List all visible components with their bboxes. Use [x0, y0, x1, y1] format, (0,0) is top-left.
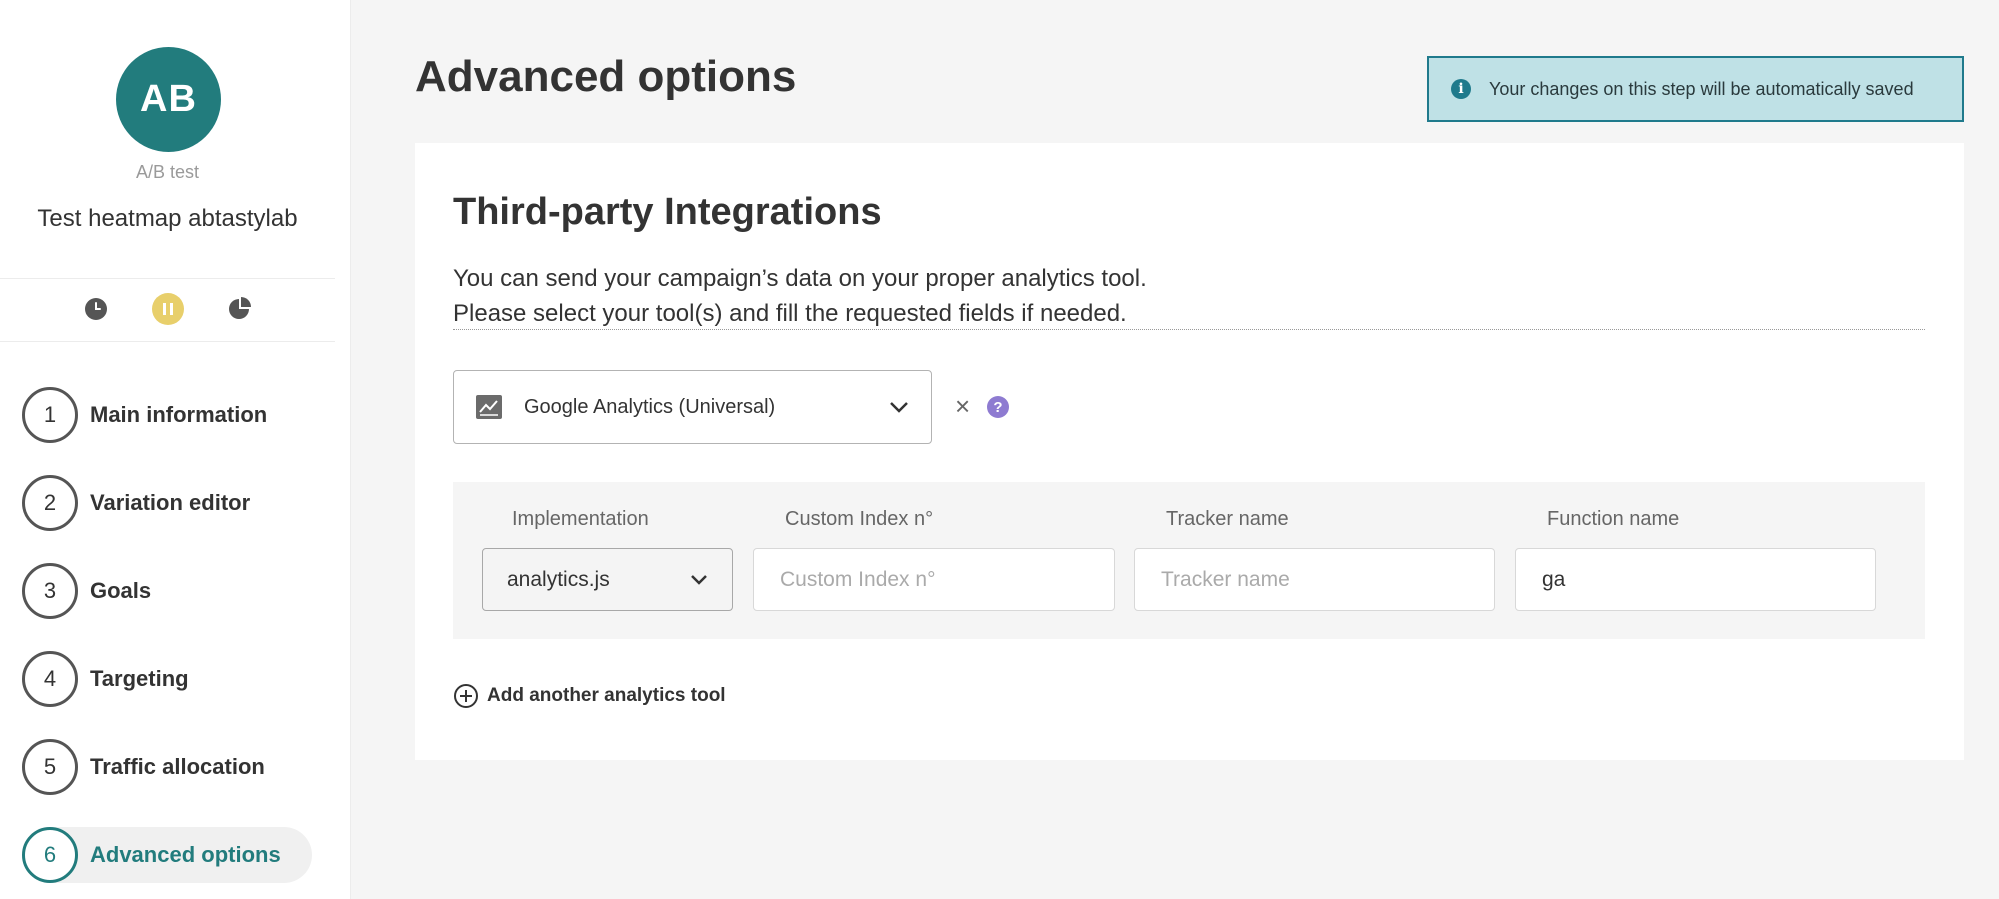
implementation-label: Implementation — [512, 508, 649, 530]
step-number: 4 — [22, 651, 78, 707]
step-label: Targeting — [90, 666, 189, 691]
selected-tool-label: Google Analytics (Universal) — [524, 395, 776, 418]
pause-icon[interactable] — [151, 293, 184, 325]
help-icon[interactable]: ? — [987, 396, 1009, 418]
step-targeting[interactable]: 4 Targeting — [22, 651, 312, 707]
implementation-select[interactable]: analytics.js — [482, 548, 733, 611]
autosave-notice: i Your changes on this step will be auto… — [1427, 56, 1964, 122]
step-traffic-allocation[interactable]: 5 Traffic allocation — [22, 739, 312, 795]
step-advanced-options[interactable]: 6 Advanced options — [22, 827, 312, 883]
step-main-information[interactable]: 1 Main information — [22, 387, 312, 443]
function-name-value: ga — [1542, 567, 1566, 591]
tracker-name-input[interactable]: Tracker name — [1134, 548, 1495, 611]
page-title: Advanced options — [415, 52, 797, 101]
pie-chart-icon[interactable] — [224, 293, 256, 325]
chevron-down-icon — [890, 402, 908, 413]
step-number: 5 — [22, 739, 78, 795]
integrations-card: Third-party Integrations You can send yo… — [415, 143, 1964, 760]
status-toolbar — [0, 293, 335, 325]
custom-index-label: Custom Index n° — [785, 508, 934, 530]
description-line: Please select your tool(s) and fill the … — [453, 300, 1127, 327]
add-analytics-tool-button[interactable]: Add another analytics tool — [453, 683, 726, 709]
section-title: Third-party Integrations — [453, 191, 882, 233]
step-number: 2 — [22, 475, 78, 531]
dotted-divider — [453, 329, 1925, 330]
add-tool-label: Add another analytics tool — [487, 685, 726, 706]
tracker-name-placeholder: Tracker name — [1161, 567, 1290, 591]
analytics-tool-select[interactable]: Google Analytics (Universal) — [453, 370, 932, 444]
description-line: You can send your campaign’s data on you… — [453, 265, 1147, 292]
divider — [0, 278, 335, 279]
campaign-name: Test heatmap abtastylab — [37, 205, 298, 232]
notice-text: Your changes on this step will be automa… — [1489, 78, 1914, 99]
plus-circle-icon — [454, 684, 478, 708]
steps-nav: 1 Main information 2 Variation editor 3 … — [22, 387, 312, 899]
campaign-type: A/B test — [135, 162, 200, 182]
line-chart-icon — [476, 395, 502, 419]
section-description: You can send your campaign’s data on you… — [453, 261, 1147, 331]
step-goals[interactable]: 3 Goals — [22, 563, 312, 619]
tracker-name-label: Tracker name — [1166, 508, 1289, 530]
custom-index-placeholder: Custom Index n° — [780, 567, 936, 591]
avatar: AB — [116, 47, 221, 152]
sidebar: AB A/B test Test heatmap abtastylab 1 Ma… — [0, 0, 351, 899]
remove-tool-icon[interactable]: × — [955, 391, 970, 422]
custom-index-input[interactable]: Custom Index n° — [753, 548, 1115, 611]
step-label: Traffic allocation — [90, 754, 265, 779]
clock-icon[interactable] — [80, 293, 112, 325]
chevron-down-icon — [691, 575, 707, 585]
step-label: Main information — [90, 402, 268, 427]
step-number: 3 — [22, 563, 78, 619]
step-number: 6 — [22, 827, 78, 883]
step-number: 1 — [22, 387, 78, 443]
function-name-input[interactable]: ga — [1515, 548, 1876, 611]
implementation-value: analytics.js — [507, 567, 610, 591]
divider — [0, 341, 335, 342]
tool-fields-panel: Implementation Custom Index n° Tracker n… — [453, 482, 1925, 639]
function-name-label: Function name — [1547, 508, 1680, 530]
step-label: Advanced options — [90, 842, 281, 867]
step-label: Goals — [90, 578, 152, 603]
step-variation-editor[interactable]: 2 Variation editor — [22, 475, 312, 531]
step-label: Variation editor — [90, 490, 251, 515]
info-icon: i — [1451, 79, 1471, 99]
